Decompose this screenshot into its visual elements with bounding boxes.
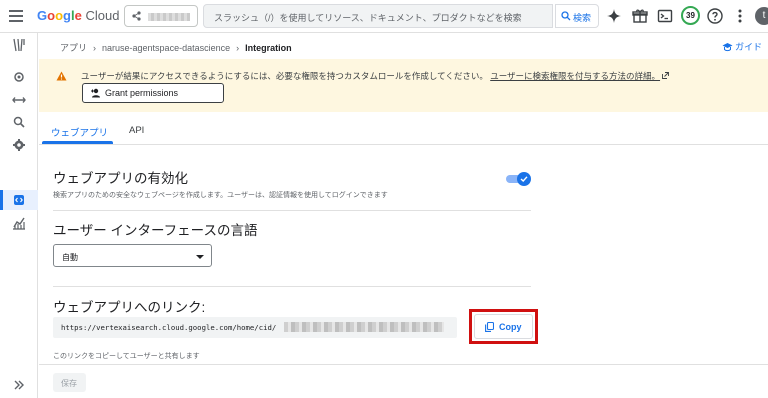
open-in-new-icon bbox=[662, 72, 670, 79]
project-icon bbox=[132, 11, 141, 21]
ui-language-select[interactable]: 自動 bbox=[53, 244, 212, 267]
footer-divider bbox=[39, 364, 768, 365]
top-bar: Google Cloud スラッシュ（/）を使用してリソース、ドキュメント、プロ… bbox=[0, 0, 768, 33]
menu-icon[interactable] bbox=[9, 10, 23, 22]
banner-message: ユーザーが結果にアクセスできるようにするには、必要な権限を持つカスタムロールを作… bbox=[81, 71, 488, 81]
cloud-shell-icon[interactable] bbox=[656, 7, 674, 25]
help-icon[interactable] bbox=[706, 7, 724, 25]
settings-icon[interactable] bbox=[11, 137, 27, 153]
breadcrumb-item-app[interactable]: naruse-agentspace-datascience bbox=[102, 43, 230, 53]
ui-language-title: ユーザー インターフェースの言語 bbox=[53, 223, 258, 238]
webapp-link-url: https://vertexaisearch.cloud.google.com/… bbox=[61, 323, 277, 332]
copy-button-highlight-box bbox=[469, 309, 538, 344]
grant-permissions-button[interactable]: Grant permissions bbox=[82, 83, 224, 103]
breadcrumb: アプリ › naruse-agentspace-datascience › Integr… bbox=[60, 43, 292, 53]
check-icon bbox=[520, 176, 528, 182]
breadcrumb-current: Integration bbox=[245, 43, 292, 53]
warning-icon bbox=[56, 71, 67, 81]
expand-rail-icon[interactable] bbox=[11, 377, 27, 393]
apps-icon[interactable] bbox=[11, 69, 27, 85]
divider bbox=[53, 210, 531, 211]
permissions-warning-banner: ユーザーが結果にアクセスできるようにするには、必要な権限を持つカスタムロールを作… bbox=[39, 59, 768, 112]
tab-bar: ウェブアプリ API bbox=[39, 117, 768, 145]
agent-builder-logo-icon[interactable] bbox=[11, 37, 27, 53]
webapp-enable-title: ウェブアプリの有効化 bbox=[53, 171, 188, 186]
active-tab-indicator bbox=[42, 141, 113, 144]
rail-active-indicator bbox=[0, 190, 3, 210]
school-icon bbox=[722, 43, 733, 52]
webapp-link-title: ウェブアプリへのリンク: bbox=[53, 300, 206, 315]
avatar[interactable]: t bbox=[755, 7, 768, 25]
left-nav-rail bbox=[0, 33, 38, 398]
dropdown-caret-icon bbox=[196, 255, 204, 259]
notifications-badge[interactable]: 39 bbox=[681, 6, 700, 25]
link-id-redacted bbox=[284, 322, 444, 332]
breadcrumb-item-apps[interactable]: アプリ bbox=[60, 43, 87, 53]
webapp-link-field[interactable]: https://vertexaisearch.cloud.google.com/… bbox=[53, 317, 457, 338]
webapp-link-note: このリンクをコピーしてユーザーと共有します bbox=[53, 353, 200, 360]
banner-learn-more-link[interactable]: ユーザーに検索権限を付与する方法の詳細。 bbox=[490, 71, 660, 81]
webapp-enable-description: 検索アプリのための安全なウェブページを作成します。ユーザーは、認証情報を使用して… bbox=[53, 192, 388, 199]
search-nav-icon[interactable] bbox=[11, 114, 27, 130]
project-picker[interactable] bbox=[124, 5, 198, 27]
integration-icon[interactable] bbox=[11, 192, 27, 208]
gift-icon[interactable] bbox=[631, 7, 649, 25]
search-input[interactable]: スラッシュ（/）を使用してリソース、ドキュメント、プロダクトなどを検索 bbox=[203, 4, 553, 28]
person-add-icon bbox=[91, 88, 100, 98]
guide-link[interactable]: ガイド bbox=[722, 40, 762, 53]
search-icon bbox=[561, 11, 571, 21]
project-name-redacted bbox=[148, 13, 190, 21]
analytics-icon[interactable] bbox=[11, 215, 27, 231]
divider bbox=[53, 286, 531, 287]
tab-web-app[interactable]: ウェブアプリ bbox=[51, 125, 108, 139]
more-vert-icon[interactable] bbox=[731, 7, 749, 25]
tab-api[interactable]: API bbox=[129, 125, 144, 136]
webapp-enable-toggle[interactable] bbox=[506, 172, 531, 186]
search-button[interactable]: 検索 bbox=[555, 4, 599, 28]
gemini-sparkle-icon[interactable] bbox=[605, 7, 623, 25]
save-button[interactable]: 保存 bbox=[53, 373, 86, 392]
connections-icon[interactable] bbox=[11, 92, 27, 108]
google-cloud-logo[interactable]: Google Cloud bbox=[37, 8, 119, 24]
